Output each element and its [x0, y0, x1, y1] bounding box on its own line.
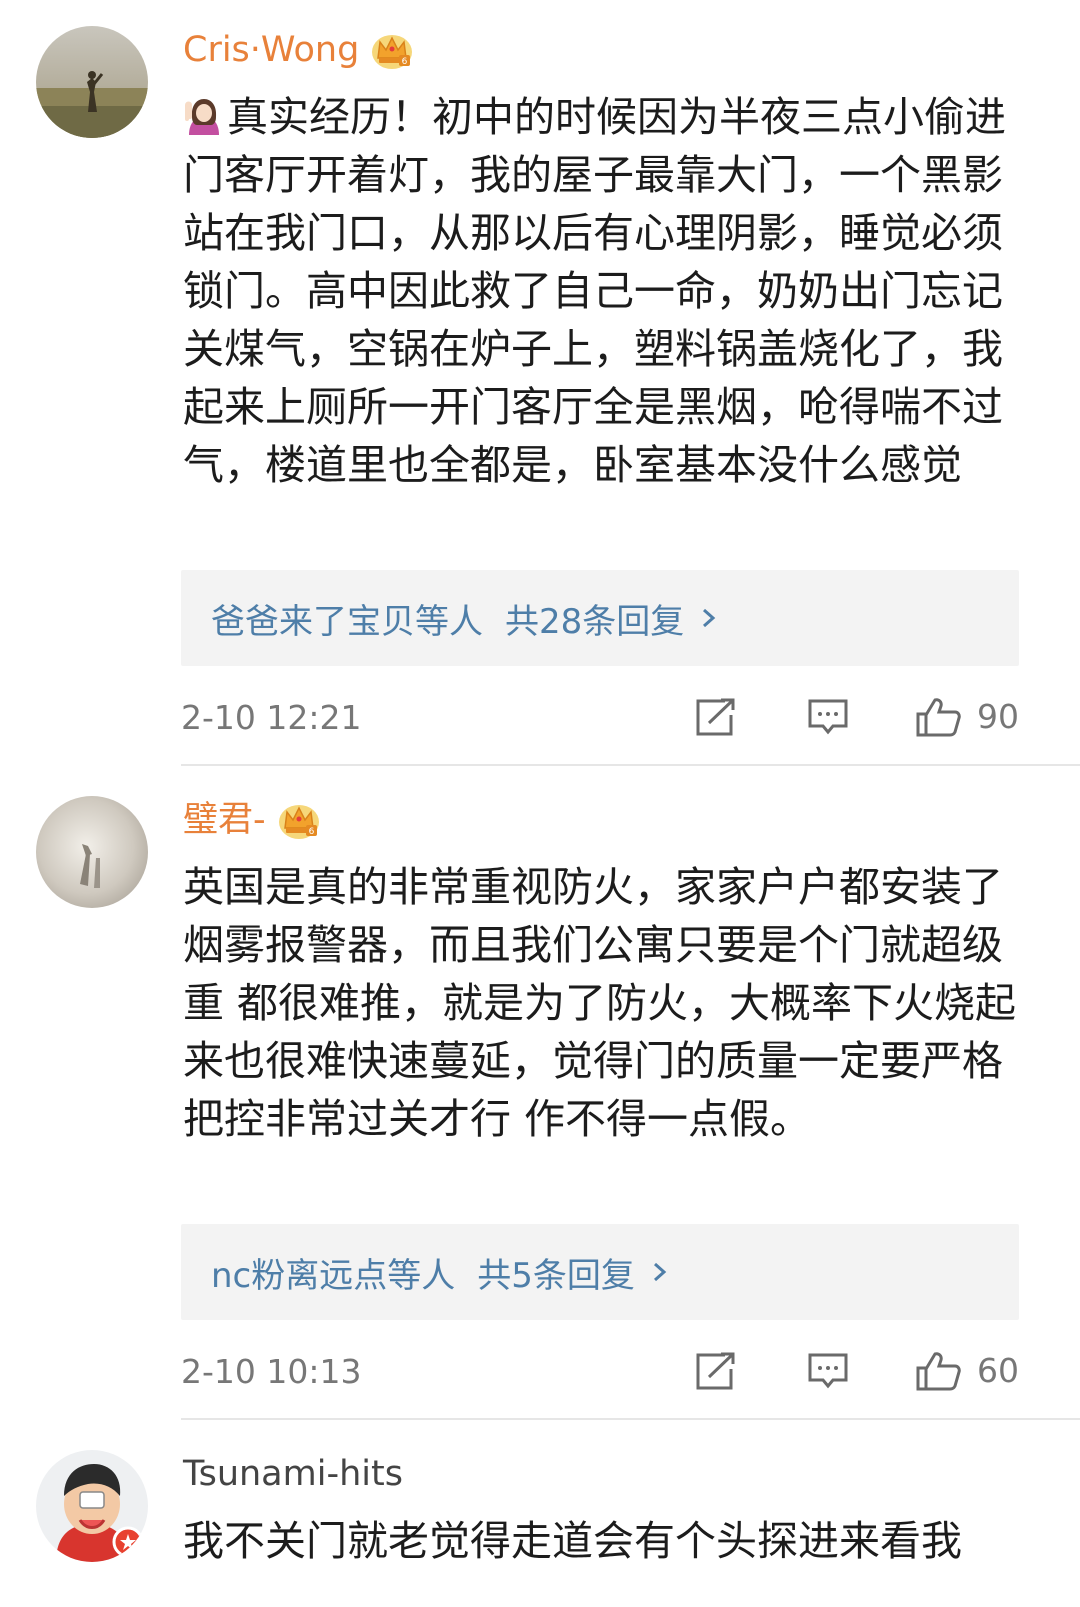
- share-icon[interactable]: [695, 1351, 737, 1391]
- reply-users[interactable]: nc粉离远点等人: [211, 1248, 455, 1297]
- chevron-right-icon: [649, 1257, 671, 1287]
- username[interactable]: Cris·Wong 6: [183, 28, 413, 72]
- username-text[interactable]: Cris·Wong: [183, 28, 359, 72]
- replies-link[interactable]: 爸爸来了宝贝等人 共28条回复: [181, 570, 1019, 666]
- thumbs-up-icon[interactable]: [915, 1351, 961, 1391]
- divider: [181, 764, 1080, 766]
- chevron-right-icon: [698, 603, 720, 633]
- replies-link[interactable]: nc粉离远点等人 共5条回复: [181, 1224, 1019, 1320]
- comment-text: 英国是真的非常重视防火，家家户户都安装了烟雾报警器，而且我们公寓只要是个门就超级…: [183, 863, 1017, 1143]
- comment-text: 我不关门就老觉得走道会有个头探进来看我: [183, 1517, 962, 1565]
- like-count[interactable]: 90: [977, 692, 1019, 742]
- avatar[interactable]: [36, 796, 148, 908]
- username[interactable]: 璧君- 6: [183, 798, 320, 842]
- svg-text:6: 6: [308, 827, 314, 837]
- username-text[interactable]: 璧君-: [183, 798, 266, 842]
- reply-users[interactable]: 爸爸来了宝贝等人: [211, 594, 483, 643]
- comment-meta: 2-10 10:13 60: [181, 1346, 1021, 1396]
- comment-icon[interactable]: [807, 697, 849, 737]
- share-icon[interactable]: [695, 697, 737, 737]
- comment-text: 真实经历！初中的时候因为半夜三点小偷进门客厅开着灯，我的屋子最靠大门，一个黑影站…: [183, 88, 1023, 494]
- avatar[interactable]: [36, 26, 148, 138]
- divider: [181, 1418, 1080, 1420]
- comment-text-content: 真实经历！初中的时候因为半夜三点小偷进门客厅开着灯，我的屋子最靠大门，一个黑影站…: [183, 93, 1006, 489]
- username[interactable]: Tsunami-hits: [183, 1452, 403, 1496]
- reply-count[interactable]: 共5条回复: [477, 1248, 635, 1297]
- svg-text:6: 6: [402, 57, 408, 67]
- reply-count[interactable]: 共28条回复: [505, 594, 684, 643]
- woman-raising-hand-icon: [183, 95, 225, 137]
- crown-icon: 6: [278, 800, 320, 840]
- crown-icon: 6: [371, 30, 413, 70]
- like-count[interactable]: 60: [977, 1346, 1019, 1396]
- username-text[interactable]: Tsunami-hits: [183, 1452, 403, 1496]
- avatar[interactable]: [36, 1450, 148, 1562]
- comment-icon[interactable]: [807, 1351, 849, 1391]
- timestamp: 2-10 10:13: [181, 1351, 362, 1391]
- comment-meta: 2-10 12:21 90: [181, 692, 1021, 742]
- timestamp: 2-10 12:21: [181, 697, 362, 737]
- thumbs-up-icon[interactable]: [915, 697, 961, 737]
